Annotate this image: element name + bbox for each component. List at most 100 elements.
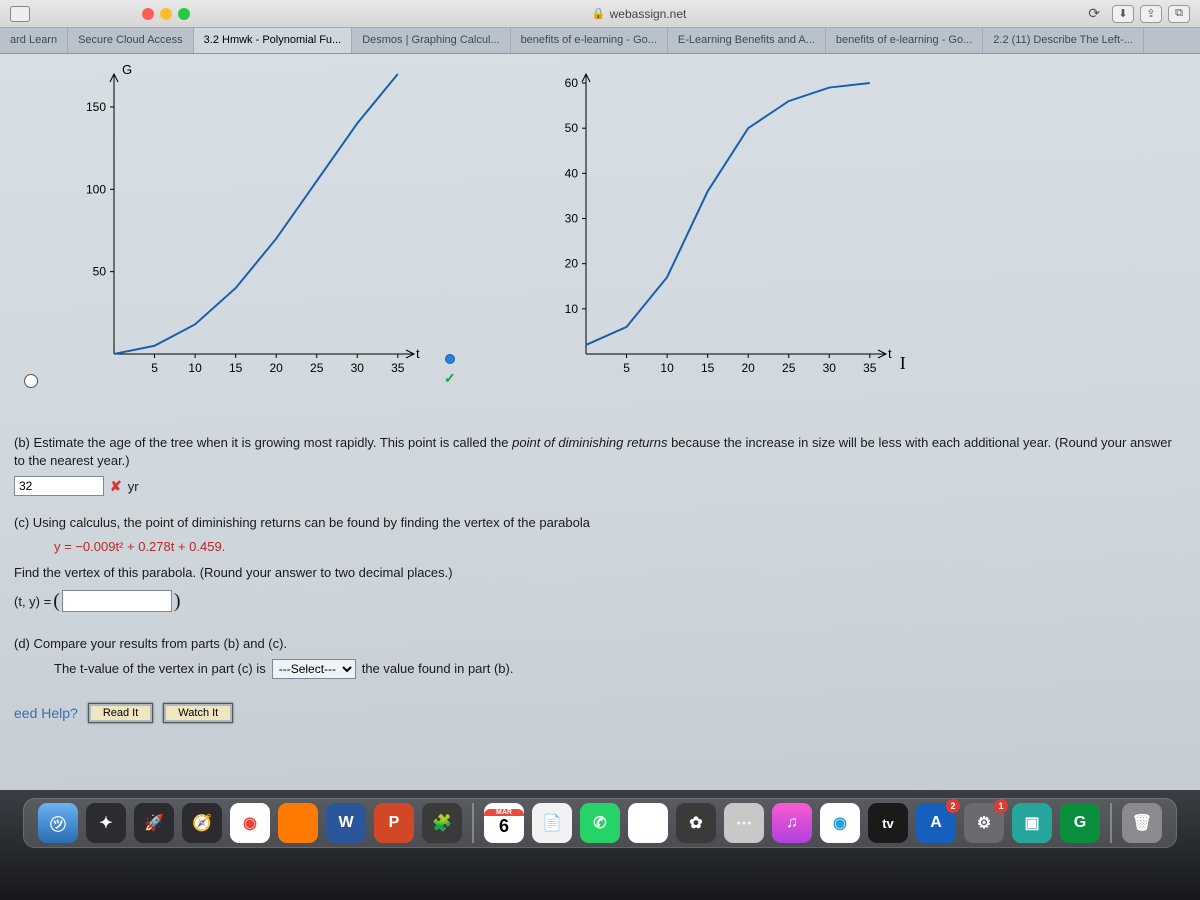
- vertex-input-row: (t, y) = ( ): [14, 590, 1186, 613]
- svg-text:t: t: [416, 346, 420, 361]
- svg-text:50: 50: [93, 265, 107, 279]
- tab-4[interactable]: benefits of e-learning - Go...: [511, 28, 668, 53]
- whatsapp-icon[interactable]: ✆: [580, 803, 620, 843]
- svg-text:100: 100: [86, 182, 106, 196]
- watch-it-button[interactable]: Watch It: [163, 703, 233, 723]
- appletv-icon[interactable]: tv: [868, 803, 908, 843]
- color-picker-icon[interactable]: ⋮: [628, 803, 668, 843]
- tab-0[interactable]: ard Learn: [0, 28, 68, 53]
- svg-text:10: 10: [660, 361, 674, 375]
- download-button[interactable]: ⬇: [1112, 5, 1134, 23]
- question-b-italic: point of diminishing returns: [512, 435, 667, 450]
- svg-text:25: 25: [782, 361, 796, 375]
- sidebar-button[interactable]: [10, 6, 30, 22]
- settings-icon[interactable]: ⚙1: [964, 803, 1004, 843]
- word-icon[interactable]: W: [326, 803, 366, 843]
- podcast-icon[interactable]: ◉: [820, 803, 860, 843]
- address-bar[interactable]: 🔒 webassign.net: [196, 7, 1082, 21]
- svg-text:15: 15: [701, 361, 715, 375]
- d-select[interactable]: ---Select---: [272, 659, 356, 679]
- finder-icon[interactable]: ㋡: [38, 803, 78, 843]
- answer-indicators: ✓: [444, 354, 456, 394]
- app-dark-icon[interactable]: 🧩: [422, 803, 462, 843]
- svg-text:40: 40: [564, 166, 578, 180]
- svg-text:20: 20: [564, 257, 578, 271]
- chrome-icon[interactable]: ◉: [230, 803, 270, 843]
- question-c-text: (c) Using calculus, the point of diminis…: [14, 514, 1186, 532]
- chart-left-radio[interactable]: [24, 374, 38, 388]
- svg-text:30: 30: [351, 361, 365, 375]
- browser-toolbar: 🔒 webassign.net ⟳ ⬇ ⇪ ⧉: [0, 0, 1200, 28]
- svg-text:30: 30: [564, 212, 578, 226]
- chart-left: 50 100 150 5 10 15 20 25 30 35 Gt: [64, 64, 424, 394]
- question-c-instr: Find the vertex of this parabola. (Round…: [14, 564, 1186, 582]
- tab-3[interactable]: Desmos | Graphing Calcul...: [352, 28, 510, 53]
- svg-text:150: 150: [86, 100, 106, 114]
- app-orange-icon[interactable]: [278, 803, 318, 843]
- svg-text:20: 20: [741, 361, 755, 375]
- messages-icon[interactable]: ⋯: [724, 803, 764, 843]
- b-answer-input[interactable]: [14, 476, 104, 496]
- question-b-part1: (b) Estimate the age of the tree when it…: [14, 435, 512, 450]
- tab-2[interactable]: 3.2 Hmwk - Polynomial Fu...: [194, 28, 353, 53]
- d-sub2: the value found in part (b).: [362, 660, 514, 678]
- svg-text:5: 5: [151, 361, 158, 375]
- question-c-formula: y = −0.009t² + 0.278t + 0.459.: [54, 539, 1186, 554]
- window-close[interactable]: [142, 8, 154, 20]
- selected-dot-icon: [445, 354, 455, 364]
- share-button[interactable]: ⇪: [1140, 5, 1162, 23]
- svg-text:25: 25: [310, 361, 324, 375]
- read-it-button[interactable]: Read It: [88, 703, 153, 723]
- trash-icon[interactable]: 🗑: [1122, 803, 1162, 843]
- chart-right: 1020304050605101520253035t I: [536, 64, 896, 394]
- window-minimize[interactable]: [160, 8, 172, 20]
- app-green-icon[interactable]: G: [1060, 803, 1100, 843]
- tabs-button[interactable]: ⧉: [1168, 5, 1190, 23]
- b-unit: yr: [128, 479, 139, 494]
- reload-icon[interactable]: ⟳: [1088, 5, 1100, 22]
- svg-text:10: 10: [564, 302, 578, 316]
- app-teal-icon[interactable]: ▣: [1012, 803, 1052, 843]
- window-zoom[interactable]: [178, 8, 190, 20]
- vertex-input[interactable]: [62, 590, 172, 612]
- notes-icon[interactable]: 📄: [532, 803, 572, 843]
- appstore-icon[interactable]: A2: [916, 803, 956, 843]
- svg-text:30: 30: [822, 361, 836, 375]
- svg-text:35: 35: [391, 361, 405, 375]
- svg-text:20: 20: [269, 361, 283, 375]
- dock: ㋡ ✦ 🚀 🧭 ◉ W P 🧩 MAR 6 📄 ✆ ⋮ ✿ ⋯ ♫ ◉ tv A…: [23, 798, 1177, 848]
- calendar-icon[interactable]: MAR 6: [484, 803, 524, 843]
- powerpoint-icon[interactable]: P: [374, 803, 414, 843]
- svg-text:15: 15: [229, 361, 243, 375]
- tab-5[interactable]: E-Learning Benefits and A...: [668, 28, 826, 53]
- tab-1[interactable]: Secure Cloud Access: [68, 28, 194, 53]
- svg-text:35: 35: [863, 361, 877, 375]
- need-help-row: eed Help? Read It Watch It: [14, 703, 1186, 723]
- page-content: 50 100 150 5 10 15 20 25 30 35 Gt ✓ 10 20 30 40 50 60 5 1…: [0, 54, 1200, 794]
- d-sub1: The t-value of the vertex in part (c) is: [54, 660, 266, 678]
- svg-text:5: 5: [623, 361, 630, 375]
- question-b-text: (b) Estimate the age of the tree when it…: [14, 434, 1186, 470]
- svg-text:G: G: [122, 64, 132, 77]
- app-purple-icon[interactable]: ✿: [676, 803, 716, 843]
- dock-area: ㋡ ✦ 🚀 🧭 ◉ W P 🧩 MAR 6 📄 ✆ ⋮ ✿ ⋯ ♫ ◉ tv A…: [0, 790, 1200, 900]
- tab-6[interactable]: benefits of e-learning - Go...: [826, 28, 983, 53]
- svg-text:50: 50: [564, 121, 578, 135]
- open-paren: (: [53, 590, 60, 613]
- svg-text:t: t: [888, 346, 892, 361]
- svg-text:10: 10: [188, 361, 202, 375]
- svg-text:60: 60: [564, 76, 578, 90]
- safari-icon[interactable]: ✦: [86, 803, 126, 843]
- text-cursor-icon: I: [900, 353, 906, 374]
- music-icon[interactable]: ♫: [772, 803, 812, 843]
- check-icon: ✓: [444, 370, 456, 387]
- question-d-text: (d) Compare your results from parts (b) …: [14, 635, 1186, 653]
- rocket-icon[interactable]: 🚀: [134, 803, 174, 843]
- incorrect-icon: ✘: [110, 478, 122, 495]
- url-host: webassign.net: [610, 7, 687, 21]
- tab-7[interactable]: 2.2 (11) Describe The Left-...: [983, 28, 1144, 53]
- lock-icon: 🔒: [592, 7, 606, 20]
- need-help-label: eed Help?: [14, 705, 78, 721]
- close-paren: ): [174, 590, 181, 613]
- safari2-icon[interactable]: 🧭: [182, 803, 222, 843]
